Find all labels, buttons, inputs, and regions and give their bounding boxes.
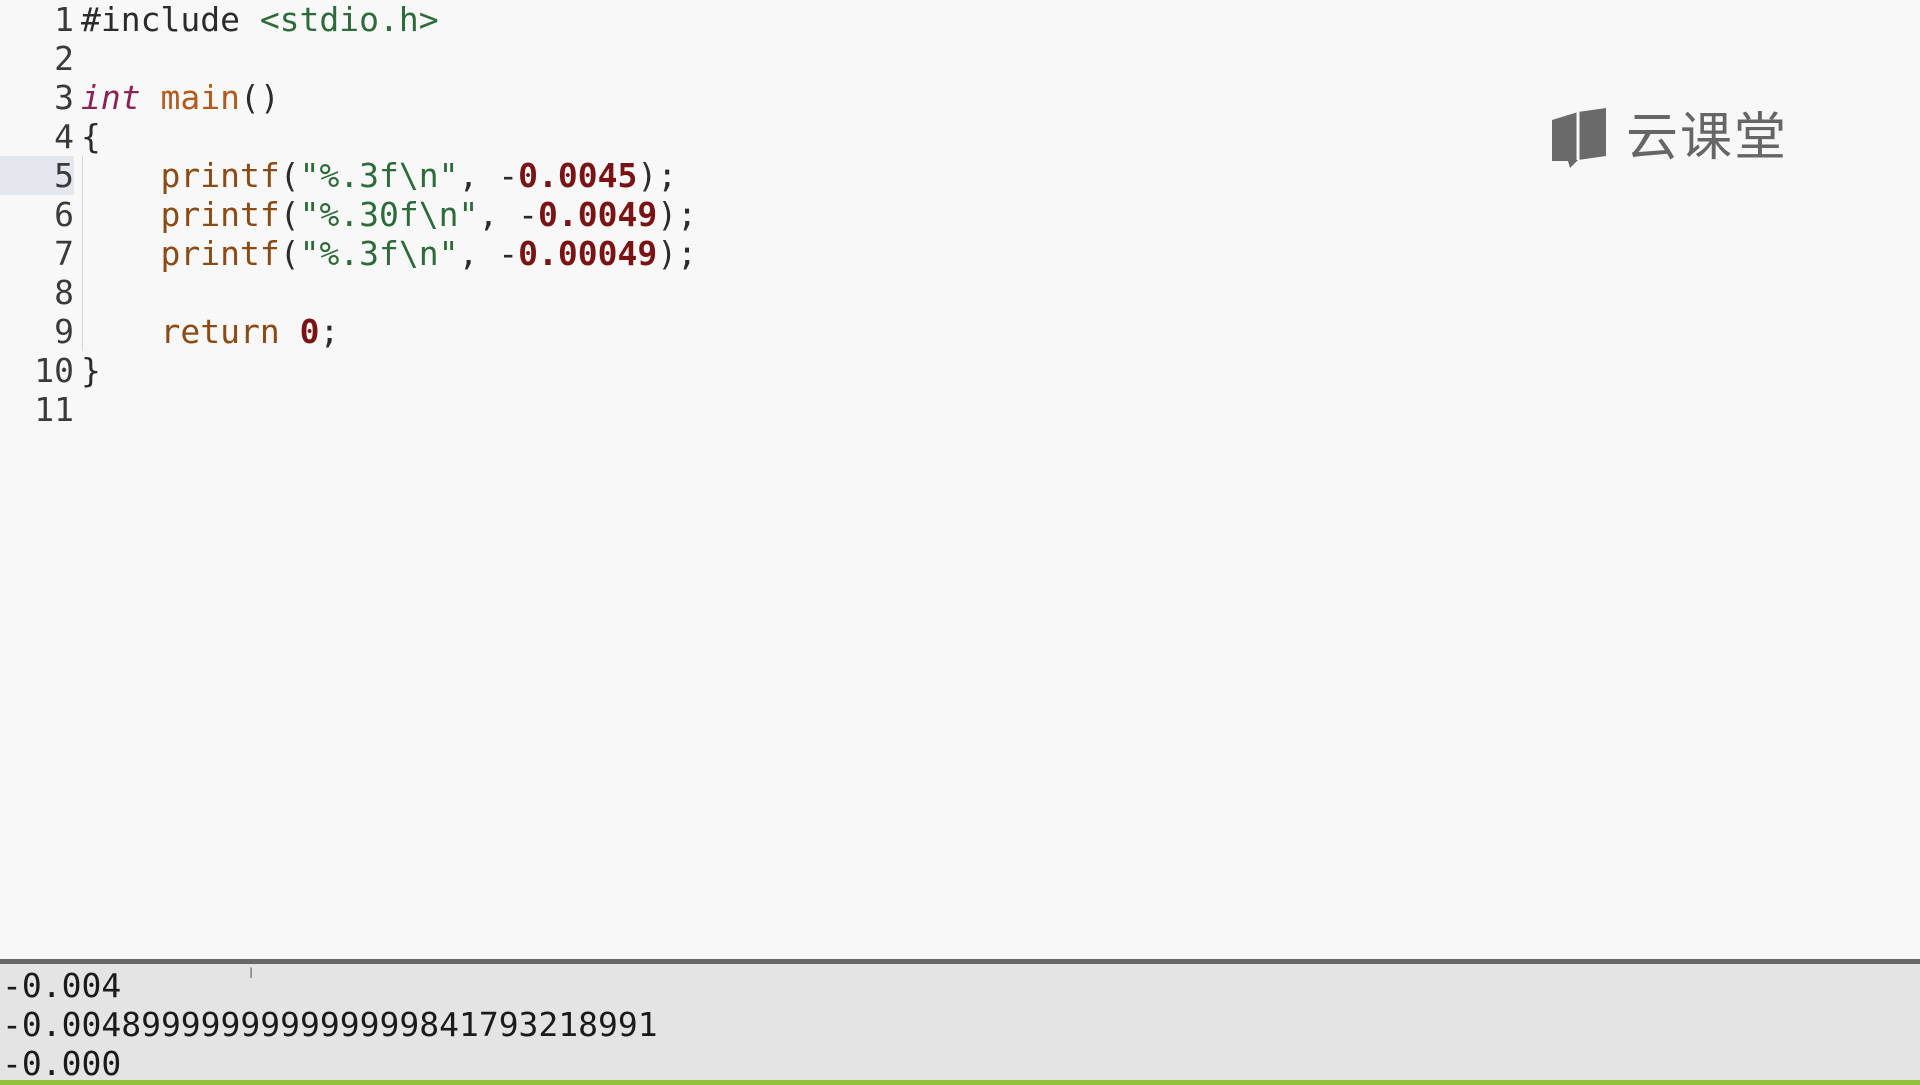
text-cursor-icon: I bbox=[249, 966, 254, 982]
code-token: ( bbox=[279, 234, 300, 273]
code-line[interactable]: 1 #include <stdio.h> bbox=[0, 0, 1920, 39]
status-bar bbox=[0, 1080, 1920, 1085]
code-token: #include bbox=[81, 0, 260, 39]
line-number: 7 bbox=[54, 234, 74, 273]
code-token: main bbox=[160, 78, 240, 117]
console-line: -0.000 bbox=[2, 1044, 122, 1083]
code-token: ( bbox=[279, 195, 300, 234]
code-token: 0 bbox=[299, 312, 320, 351]
code-token: printf bbox=[160, 156, 280, 195]
line-number: 10 bbox=[34, 351, 74, 390]
indent-guide bbox=[82, 156, 83, 351]
code-text: #include <stdio.h> bbox=[81, 0, 439, 39]
code-token: , - bbox=[458, 234, 519, 273]
code-token: } bbox=[81, 351, 101, 390]
code-line[interactable]: 11 bbox=[0, 390, 1920, 429]
brand-logo: 云课堂 bbox=[1548, 106, 1788, 170]
code-token: { bbox=[81, 117, 101, 156]
code-text: return 0; bbox=[81, 312, 339, 351]
console-line: -0.004 bbox=[2, 966, 122, 1005]
line-number: 3 bbox=[54, 78, 74, 117]
code-token: ( bbox=[279, 156, 300, 195]
line-number: 8 bbox=[54, 273, 74, 312]
code-token: 0.0045 bbox=[518, 156, 638, 195]
code-line[interactable]: 9 return 0; bbox=[0, 312, 1920, 351]
code-token: printf bbox=[160, 195, 280, 234]
book-chat-icon bbox=[1552, 108, 1606, 168]
code-line[interactable]: 8 bbox=[0, 273, 1920, 312]
code-text: printf("%.30f\n", -0.0049); bbox=[81, 195, 697, 234]
line-number: 5 bbox=[0, 156, 74, 195]
console-line: -0.004899999999999999841793218991 bbox=[2, 1005, 658, 1044]
line-number: 11 bbox=[34, 390, 74, 429]
code-token: ); bbox=[657, 195, 697, 234]
code-token: printf bbox=[160, 234, 280, 273]
console-output-panel[interactable]: -0.004 -0.004899999999999999841793218991… bbox=[0, 959, 1920, 1085]
brand-name: 云课堂 bbox=[1626, 108, 1789, 168]
line-number: 4 bbox=[54, 117, 74, 156]
code-token: return bbox=[160, 312, 280, 351]
code-line[interactable]: 7 printf("%.3f\n", -0.00049); bbox=[0, 234, 1920, 273]
code-text: } bbox=[81, 351, 101, 390]
code-token: ); bbox=[657, 234, 697, 273]
line-number: 6 bbox=[54, 195, 74, 234]
code-token: int bbox=[81, 78, 141, 117]
line-number: 9 bbox=[54, 312, 74, 351]
code-token: 0.00049 bbox=[518, 234, 658, 273]
code-line[interactable]: 2 bbox=[0, 39, 1920, 78]
code-text: int main() bbox=[81, 78, 280, 117]
code-token: , - bbox=[478, 195, 538, 234]
code-token: "%.3f\n" bbox=[299, 156, 459, 195]
line-number: 1 bbox=[54, 0, 74, 39]
code-text: { bbox=[81, 117, 101, 156]
code-token: 0.0049 bbox=[538, 195, 658, 234]
code-token: "%.30f\n" bbox=[299, 195, 479, 234]
code-token: "%.3f\n" bbox=[299, 234, 459, 273]
code-token: ); bbox=[637, 156, 678, 195]
code-text: printf("%.3f\n", -0.00049); bbox=[81, 234, 697, 273]
code-token: () bbox=[239, 78, 280, 117]
code-line[interactable]: 10} bbox=[0, 351, 1920, 390]
code-token: ; bbox=[319, 312, 340, 351]
line-number: 2 bbox=[54, 39, 74, 78]
code-line[interactable]: 6 printf("%.30f\n", -0.0049); bbox=[0, 195, 1920, 234]
code-text: printf("%.3f\n", -0.0045); bbox=[81, 156, 677, 195]
code-token: <stdio.h> bbox=[259, 0, 439, 39]
code-token: , - bbox=[458, 156, 519, 195]
